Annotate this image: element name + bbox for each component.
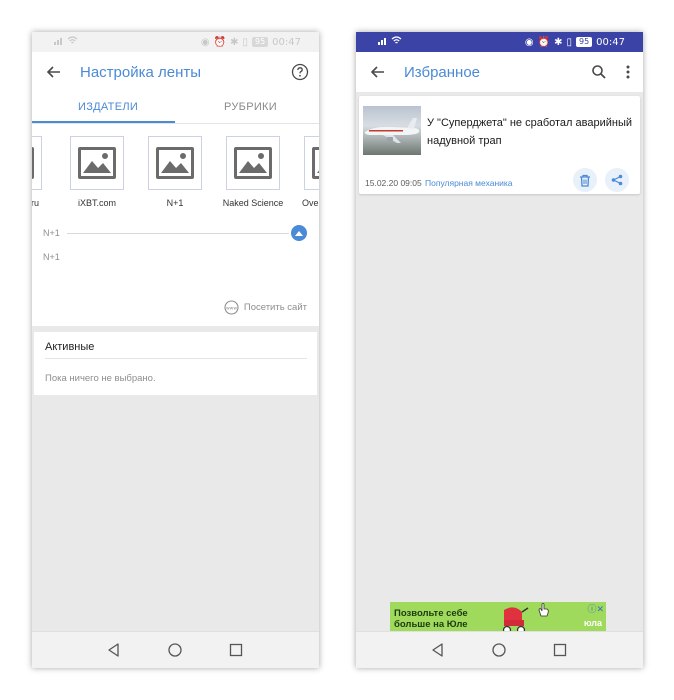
publisher-item[interactable]: Naked Science: [218, 136, 288, 208]
ad-text: Позвольте себе больше на Юле: [394, 608, 468, 630]
favorites-screen: ◉ ⏰ ✱ ▯ 95 00:47 Избранное У "Суперджета…: [356, 32, 643, 668]
wifi-icon: [67, 36, 78, 44]
eye-icon: ◉: [524, 36, 534, 48]
divider-line: [67, 233, 289, 234]
ad-line-2: больше на Юле: [394, 619, 468, 630]
news-card[interactable]: У "Суперджета" не сработал аварийный над…: [359, 96, 640, 194]
image-placeholder-icon: [78, 147, 116, 179]
visit-site-label: Посетить сайт: [243, 302, 307, 313]
image-placeholder-icon: [156, 147, 194, 179]
signal-icon: [54, 38, 62, 45]
publisher-detail-name: N+1: [43, 252, 60, 262]
nav-back-icon[interactable]: [430, 642, 446, 658]
bluetooth-icon: ✱: [230, 36, 239, 48]
section-label: N+1: [43, 228, 60, 238]
active-publishers-card: Активные Пока ничего не выбрано.: [34, 332, 317, 395]
signal-icon: [378, 38, 386, 45]
search-icon[interactable]: [591, 64, 607, 80]
publisher-thumbnail: [304, 136, 319, 190]
nav-recents-icon[interactable]: [552, 642, 568, 658]
signal-icons: [378, 36, 402, 45]
alarm-icon: ⏰: [213, 36, 227, 48]
page-title: Настройка ленты: [80, 64, 202, 81]
publisher-name: N+1: [166, 198, 184, 208]
delete-button[interactable]: [573, 168, 597, 192]
publisher-thumbnail: [70, 136, 124, 190]
tab-categories[interactable]: РУБРИКИ: [224, 101, 277, 113]
battery-indicator: 95: [251, 37, 269, 47]
vibrate-icon: ▯: [566, 36, 572, 48]
status-time: 00:47: [596, 36, 625, 48]
wifi-icon: [391, 36, 402, 44]
publisher-thumbnail: [148, 136, 202, 190]
divider: [45, 358, 307, 359]
status-time: 00:47: [272, 36, 301, 48]
publisher-thumbnail: [226, 136, 280, 190]
chevron-up-icon: [295, 231, 303, 236]
tab-publishers[interactable]: ИЗДАТЕЛИ: [78, 101, 138, 113]
page-title: Избранное: [404, 64, 481, 81]
news-thumbnail: [363, 106, 421, 155]
news-source[interactable]: Популярная механика: [425, 178, 513, 188]
hand-cursor-icon: [538, 603, 549, 617]
active-section-title: Активные: [45, 341, 95, 353]
publisher-item[interactable]: N+1: [140, 136, 210, 208]
publisher-name: ru: [32, 198, 39, 208]
publisher-carousel[interactable]: ru iXBT.com N+1 Naked Science Ove: [32, 124, 319, 220]
ad-brand: юла: [583, 618, 602, 628]
publisher-item[interactable]: Ove: [296, 136, 319, 208]
app-bar: Избранное: [356, 52, 643, 92]
ad-close-icon[interactable]: ⓘ✕: [587, 602, 604, 615]
image-placeholder-icon: [312, 147, 319, 179]
tab-bar: ИЗДАТЕЛИ РУБРИКИ: [32, 92, 319, 124]
publisher-item[interactable]: ru: [32, 136, 50, 208]
news-title[interactable]: У "Суперджета" не сработал аварийный над…: [427, 114, 633, 150]
status-bar: ◉ ⏰ ✱ ▯ 95 00:47: [356, 32, 643, 52]
globe-icon: www: [224, 300, 239, 315]
news-date: 15.02.20 09:05: [365, 178, 422, 188]
eye-icon: ◉: [200, 36, 210, 48]
app-bar: Настройка ленты: [32, 52, 319, 92]
ad-line-1: Позвольте себе: [394, 608, 468, 619]
share-button[interactable]: [605, 168, 629, 192]
nav-back-icon[interactable]: [106, 642, 122, 658]
feed-settings-screen: ◉ ⏰ ✱ ▯ 95 00:47 Настройка ленты ИЗДАТЕЛ…: [32, 32, 319, 668]
trash-icon: [580, 174, 590, 187]
nav-home-icon[interactable]: [167, 642, 183, 658]
share-icon: [611, 174, 623, 186]
bluetooth-icon: ✱: [554, 36, 563, 48]
nav-home-icon[interactable]: [491, 642, 507, 658]
publisher-item[interactable]: iXBT.com: [62, 136, 132, 208]
airplane-image: [364, 118, 420, 143]
image-placeholder-icon: [234, 147, 272, 179]
publisher-name: iXBT.com: [77, 198, 116, 208]
svg-text:www: www: [226, 307, 237, 312]
system-nav-bar: [356, 631, 643, 668]
alarm-icon: ⏰: [537, 36, 551, 48]
more-options-icon[interactable]: [623, 64, 633, 80]
publisher-details: N+1 N+1 www Посетить сайт: [32, 220, 319, 326]
publisher-thumbnail: [32, 136, 42, 190]
vibrate-icon: ▯: [242, 36, 248, 48]
publisher-name: Ove: [302, 198, 319, 208]
system-nav-bar: [32, 631, 319, 668]
nav-recents-icon[interactable]: [228, 642, 244, 658]
signal-icons: [54, 36, 78, 45]
image-placeholder-icon: [32, 147, 34, 179]
active-tab-indicator: [32, 121, 175, 123]
status-bar: ◉ ⏰ ✱ ▯ 95 00:47: [32, 32, 319, 52]
publisher-name: Naked Science: [222, 198, 284, 208]
back-arrow-icon[interactable]: [368, 62, 388, 82]
back-arrow-icon[interactable]: [44, 62, 64, 82]
help-icon[interactable]: [291, 63, 309, 81]
battery-indicator: 95: [575, 37, 593, 47]
visit-site-link[interactable]: www Посетить сайт: [224, 300, 307, 315]
collapse-button[interactable]: [291, 225, 307, 241]
empty-state-text: Пока ничего не выбрано.: [45, 373, 156, 384]
